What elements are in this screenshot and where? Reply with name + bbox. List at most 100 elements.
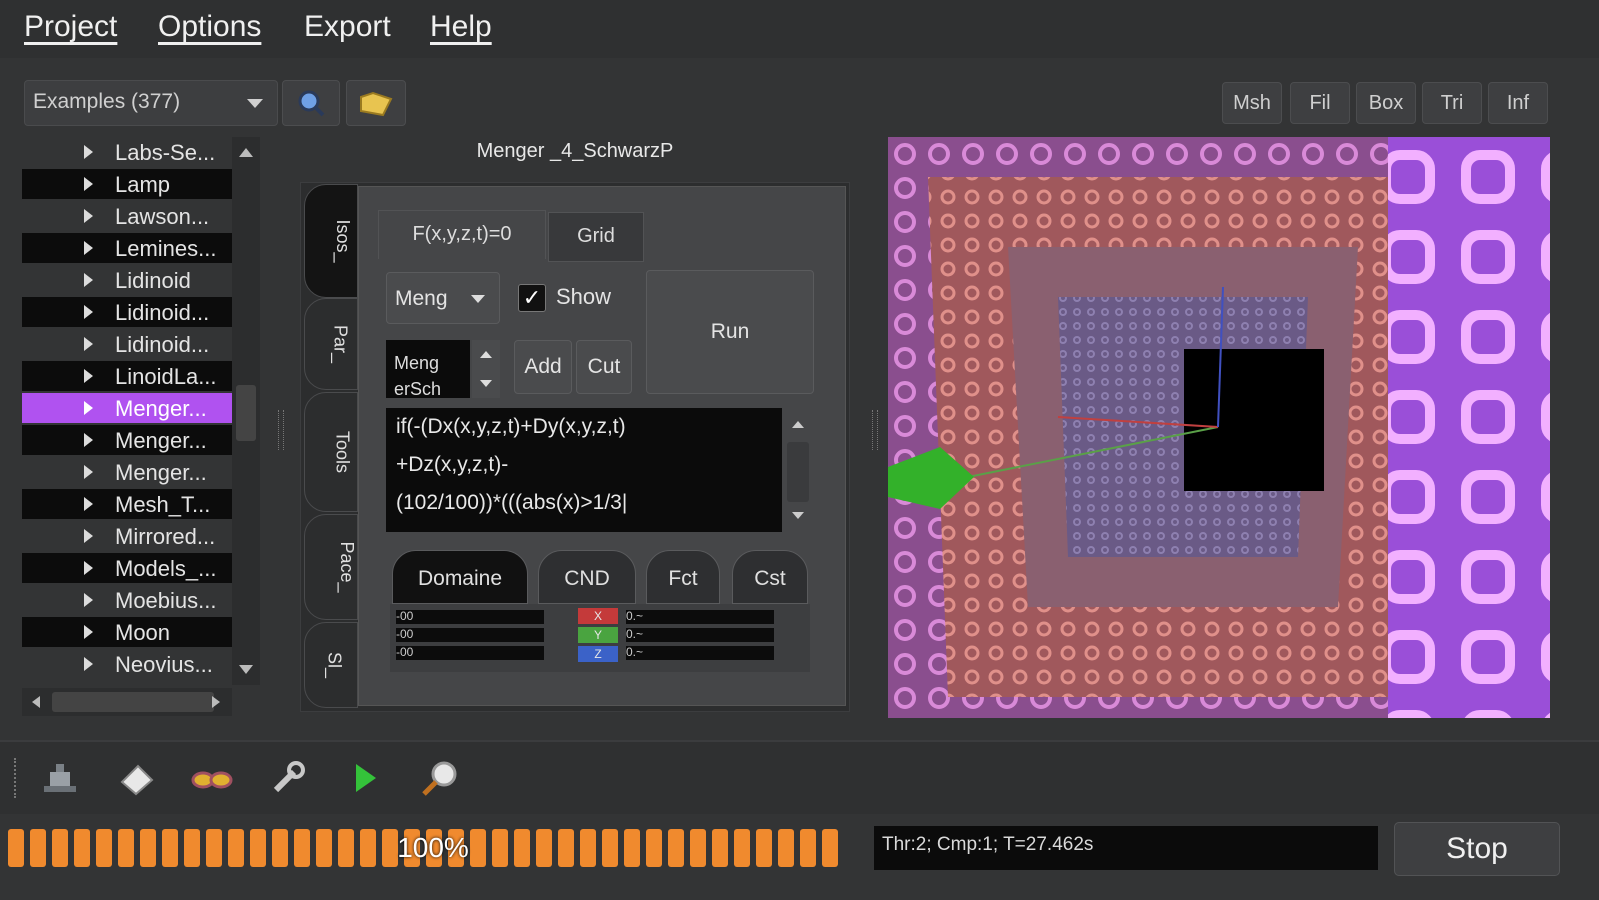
paper-icon[interactable] [114,758,158,798]
expand-arrow-icon[interactable] [84,177,93,191]
expand-arrow-icon[interactable] [84,529,93,543]
tri-button[interactable]: Tri [1422,82,1482,124]
scroll-left-icon[interactable] [32,696,40,708]
inf-button[interactable]: Inf [1488,82,1548,124]
run-button[interactable]: Run [646,270,814,394]
domain-max-z[interactable]: 0.~ [626,646,774,660]
expand-arrow-icon[interactable] [84,593,93,607]
tree-item[interactable]: Mesh_T... [22,489,232,519]
toolbar-grip[interactable] [14,758,22,798]
scroll-thumb[interactable] [787,442,809,502]
tree-item[interactable]: Lemines... [22,233,232,263]
side-tab-par[interactable]: Par_ [304,298,358,390]
spin-down-icon[interactable] [480,380,492,387]
x-axis-button[interactable]: X [578,608,618,624]
formula-editor[interactable]: if(-(Dx(x,y,z,t)+Dy(x,y,z,t) +Dz(x,y,z,t… [386,408,782,532]
tree-item[interactable]: Menger... [22,425,232,455]
tree-item[interactable]: Models_... [22,553,232,583]
tree-horizontal-scrollbar[interactable] [22,688,232,716]
wrench-icon[interactable] [266,758,310,798]
play-icon[interactable] [342,758,386,798]
y-axis-button[interactable]: Y [578,627,618,643]
robot-icon[interactable] [38,758,82,798]
scroll-down-icon[interactable] [792,512,804,519]
menu-options[interactable]: Options [158,10,261,44]
scroll-up-icon[interactable] [239,148,253,157]
search-button[interactable] [282,80,340,126]
menu-project[interactable]: Project [24,10,117,44]
tree-item[interactable]: Lidinoid... [22,297,232,327]
tree-vertical-scrollbar[interactable] [232,137,260,685]
fil-button[interactable]: Fil [1290,82,1350,124]
3d-viewport[interactable] [888,137,1550,718]
tree-item[interactable]: LinoidLa... [22,361,232,391]
menu-help[interactable]: Help [430,10,492,44]
expand-arrow-icon[interactable] [84,273,93,287]
scroll-down-icon[interactable] [239,665,253,674]
tree-item[interactable]: Menger... [22,457,232,487]
tab-grid[interactable]: Grid [548,212,644,262]
tree-item-selected[interactable]: Menger... [22,393,232,423]
tab-cst[interactable]: Cst [732,550,808,604]
formula-scrollbar[interactable] [784,408,812,532]
side-tab-sl[interactable]: Sl_ [304,622,358,708]
spin-up-icon[interactable] [480,351,492,358]
z-axis-button[interactable]: Z [578,646,618,662]
expand-arrow-icon[interactable] [84,625,93,639]
stop-button[interactable]: Stop [1394,822,1560,876]
tree-item[interactable]: Moebius... [22,585,232,615]
expand-arrow-icon[interactable] [84,337,93,351]
scroll-thumb-horizontal[interactable] [52,692,214,712]
right-splitter-handle[interactable] [872,410,878,450]
domain-min-y[interactable]: -00 [396,628,544,642]
expand-arrow-icon[interactable] [84,497,93,511]
domain-min-x[interactable]: -00 [396,610,544,624]
examples-combo[interactable]: Examples (377) [24,80,278,126]
expand-arrow-icon[interactable] [84,209,93,223]
expand-arrow-icon[interactable] [84,241,93,255]
side-tab-isos[interactable]: Isos_ [304,184,358,298]
expand-arrow-icon[interactable] [84,657,93,671]
side-tab-space[interactable]: Pace_ [304,514,358,620]
tab-function[interactable]: F(x,y,z,t)=0 [378,210,546,259]
tree-item[interactable]: Lidinoid... [22,329,232,359]
expand-arrow-icon[interactable] [84,305,93,319]
tree-item[interactable]: Mirrored... [22,521,232,551]
tab-fct[interactable]: Fct [646,550,720,604]
show-checkbox[interactable]: ✓ [518,284,546,312]
examples-tree: Labs-Se... Lamp Lawson... Lemines... Lid… [22,137,262,682]
menu-export[interactable]: Export [304,10,391,44]
zoom-icon[interactable] [418,758,462,798]
tree-item[interactable]: Labs-Se... [22,137,232,167]
domain-max-y[interactable]: 0.~ [626,628,774,642]
domain-max-x[interactable]: 0.~ [626,610,774,624]
box-button[interactable]: Box [1356,82,1416,124]
tree-item[interactable]: Lidinoid [22,265,232,295]
domain-min-z[interactable]: -00 [396,646,544,660]
function-combo[interactable]: Meng [386,272,500,324]
spinbox-arrows[interactable] [472,340,500,398]
cut-button[interactable]: Cut [576,340,632,394]
tree-item[interactable]: Lawson... [22,201,232,231]
add-button[interactable]: Add [514,340,572,394]
tree-item[interactable]: Neovius... [22,649,232,679]
function-spinbox[interactable]: Meng erSch [386,340,470,398]
tree-item[interactable]: Lamp [22,169,232,199]
expand-arrow-icon[interactable] [84,561,93,575]
side-tab-tools[interactable]: Tools [304,392,358,512]
scroll-right-icon[interactable] [212,696,220,708]
expand-arrow-icon[interactable] [84,465,93,479]
tree-item[interactable]: Moon [22,617,232,647]
tab-domaine[interactable]: Domaine [392,550,528,604]
expand-arrow-icon[interactable] [84,369,93,383]
open-folder-button[interactable] [346,80,406,126]
scroll-thumb[interactable] [236,385,256,441]
tab-cnd[interactable]: CND [538,550,636,604]
msh-button[interactable]: Msh [1222,82,1282,124]
expand-arrow-icon[interactable] [84,401,93,415]
left-splitter-handle[interactable] [278,410,284,450]
glasses-icon[interactable] [190,758,234,798]
expand-arrow-icon[interactable] [84,145,93,159]
expand-arrow-icon[interactable] [84,433,93,447]
scroll-up-icon[interactable] [792,421,804,428]
